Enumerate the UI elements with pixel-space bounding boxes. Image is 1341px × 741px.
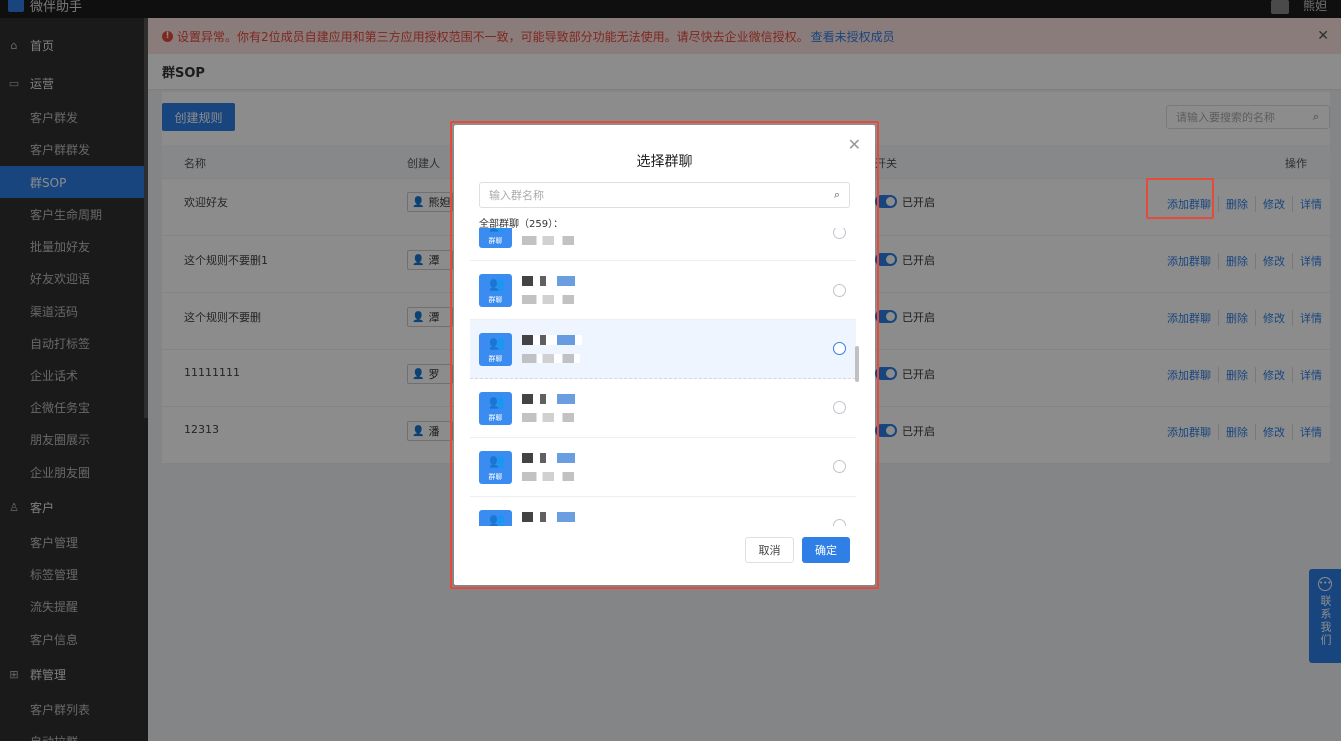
list-item[interactable]: 👥群聊 — [470, 261, 856, 320]
select-group-dialog: ✕ 选择群聊 输入群名称 ⌕ 全部群聊（259）： 👥群聊 👥群聊 👥群聊 👥群… — [454, 125, 875, 585]
users-icon: 👥 — [489, 336, 506, 351]
list-item[interactable]: 👥群聊 — [470, 379, 856, 438]
group-name — [522, 394, 582, 404]
select-radio[interactable] — [833, 519, 846, 526]
list-item[interactable]: 👥群聊 — [470, 438, 856, 497]
group-avatar: 👥群聊 — [479, 333, 512, 366]
group-sub — [522, 295, 580, 304]
list-scrollbar[interactable] — [855, 346, 859, 382]
group-avatar: 👥群聊 — [479, 228, 512, 248]
users-icon: 👥 — [489, 228, 505, 233]
group-sub — [522, 354, 580, 363]
group-name — [522, 276, 582, 286]
group-avatar: 👥群聊 — [479, 274, 512, 307]
group-search-placeholder: 输入群名称 — [489, 189, 544, 202]
group-name — [522, 512, 582, 522]
users-icon: 👥 — [489, 454, 506, 469]
select-radio[interactable] — [833, 284, 846, 297]
group-avatar: 👥群聊 — [479, 510, 512, 526]
group-list: 👥群聊 👥群聊 👥群聊 👥群聊 👥群聊 — [470, 228, 856, 526]
users-icon: 👥 — [489, 395, 506, 410]
group-avatar: 👥群聊 — [479, 451, 512, 484]
select-radio[interactable] — [833, 228, 846, 239]
confirm-button[interactable]: 确定 — [802, 537, 850, 563]
list-item[interactable]: 👥群聊 — [470, 320, 856, 379]
list-item[interactable]: 👥群聊 — [470, 228, 856, 261]
select-radio[interactable] — [833, 460, 846, 473]
group-search-input[interactable]: 输入群名称 ⌕ — [479, 182, 850, 208]
group-name — [522, 335, 582, 345]
users-icon: 👥 — [489, 277, 506, 292]
select-radio[interactable] — [833, 342, 846, 355]
dialog-title: 选择群聊 — [636, 154, 693, 170]
users-icon: 👥 — [489, 513, 506, 527]
group-sub — [522, 413, 580, 422]
group-sub — [522, 472, 580, 481]
group-sub — [522, 236, 580, 245]
highlight-frame — [1146, 178, 1214, 219]
search-icon: ⌕ — [833, 188, 840, 201]
cancel-button[interactable]: 取消 — [745, 537, 794, 563]
list-item[interactable]: 👥群聊 — [470, 497, 856, 526]
group-name — [522, 453, 582, 463]
group-avatar: 👥群聊 — [479, 392, 512, 425]
select-radio[interactable] — [833, 401, 846, 414]
